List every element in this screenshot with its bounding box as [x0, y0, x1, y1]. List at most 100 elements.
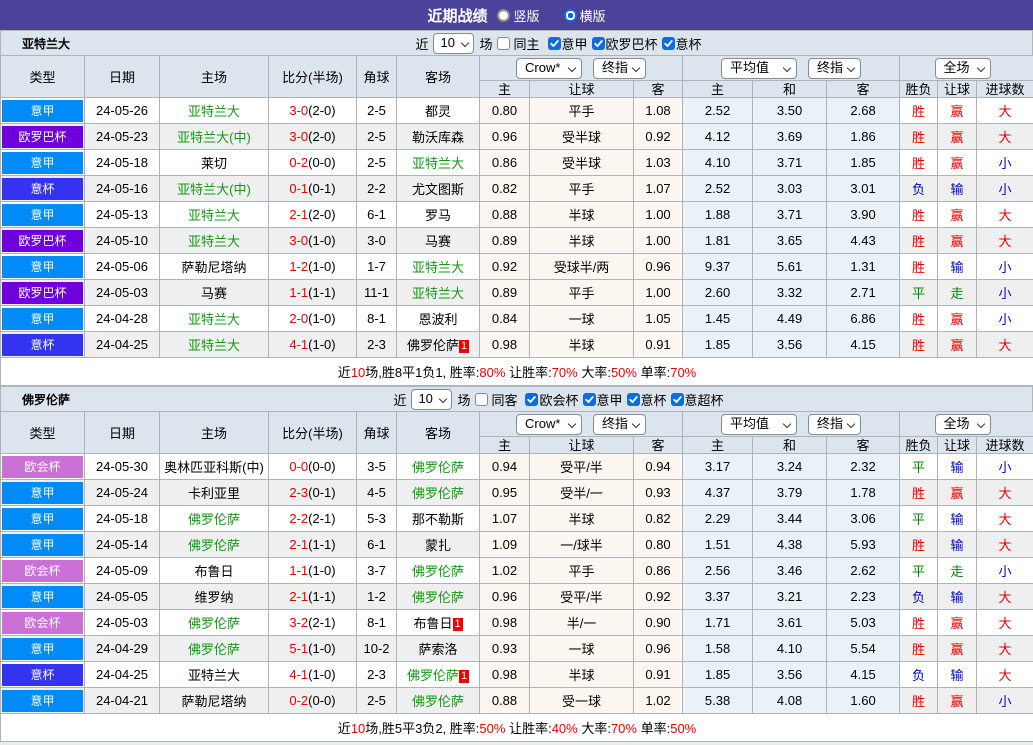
avg-draw-odds-cell: 3.24: [752, 453, 828, 480]
result-goals: 小: [998, 260, 1012, 275]
halftime-score: (0-0): [308, 155, 336, 170]
team1-odds-time-select[interactable]: 终指: [593, 57, 647, 79]
team1-match-count-select[interactable]: 10: [433, 32, 475, 54]
league-filter-item: 意杯: [661, 34, 702, 53]
result-outcome-cell: 胜: [899, 609, 939, 636]
avg-draw-odds-cell: 3.44: [752, 505, 828, 532]
result-outcome: 胜: [912, 104, 926, 119]
handicap-home-odds-cell: 0.89: [479, 279, 530, 306]
fulltime-score: 1-1: [289, 285, 309, 300]
team1-result-scope-select[interactable]: 全场: [934, 57, 991, 79]
result-handicap-cell: 输: [937, 583, 978, 610]
avg-home-odds-cell: 2.52: [682, 175, 754, 202]
result-handicap: 输: [950, 590, 964, 605]
same-venue-checkbox[interactable]: [497, 36, 511, 50]
team2-avg-kind-select[interactable]: 平均值: [721, 413, 798, 435]
league-checkbox-label: 意杯: [675, 36, 702, 52]
team2-avg-time-select[interactable]: 终指: [808, 413, 862, 435]
table-row: 意杯 24-05-16 亚特兰大(中) 0-1(0-1) 2-2 尤文图斯 0.…: [0, 175, 1033, 202]
league-checkbox[interactable]: [661, 36, 675, 50]
result-handicap: 输: [950, 512, 964, 527]
horizontal-layout-radio[interactable]: [563, 8, 577, 22]
bookmaker-select-wrap: Crow*: [516, 57, 583, 79]
home-team-cell: 亚特兰大(中): [159, 123, 269, 150]
col-header-away: 客场: [396, 411, 480, 454]
match-count-select-wrap: 10: [433, 32, 475, 54]
team1-avg-time-select[interactable]: 终指: [808, 57, 862, 79]
league-type-cell: 意甲: [0, 635, 85, 662]
league-filter-item: 意甲: [582, 390, 623, 409]
table-row: 意杯 24-04-25 亚特兰大 4-1(1-0) 2-3 佛罗伦萨 1 0.98…: [0, 661, 1033, 688]
avg-kind-select-wrap: 平均值: [721, 57, 798, 79]
table-row: 意甲 24-04-28 亚特兰大 2-0(1-0) 8-1 恩波利 0.84 一…: [0, 305, 1033, 332]
corner-cell: 2-5: [356, 149, 397, 176]
league-checkbox[interactable]: [525, 392, 539, 406]
date-cell: 24-04-29: [84, 635, 160, 662]
avg-draw-odds-cell: 3.71: [752, 201, 828, 228]
team2-odds-time-select[interactable]: 终指: [593, 413, 647, 435]
handicap-line-cell: 半球: [529, 227, 634, 254]
same-venue-checkbox[interactable]: [475, 392, 489, 406]
corner-cell: 1-2: [356, 583, 397, 610]
result-goals-cell: 大: [976, 583, 1033, 610]
near-label: 近: [415, 36, 429, 52]
league-checkbox[interactable]: [626, 392, 640, 406]
table-row: 意杯 24-04-25 亚特兰大 4-1(1-0) 2-3 佛罗伦萨 1 0.98…: [0, 331, 1033, 358]
team1-bookmaker-select[interactable]: Crow*: [516, 57, 583, 79]
away-team-cell: 布鲁日 1: [396, 609, 480, 636]
halftime-score: (1-1): [308, 589, 336, 604]
layout-radio-horizontal-group: 横版: [563, 6, 606, 25]
team1-avg-kind-select[interactable]: 平均值: [721, 57, 798, 79]
avg-draw-odds-cell: 3.32: [752, 279, 828, 306]
result-outcome-cell: 胜: [899, 531, 939, 558]
halftime-score: (2-0): [308, 103, 336, 118]
away-team-name: 恩波利: [418, 312, 458, 327]
result-handicap-cell: 输: [937, 253, 978, 280]
result-handicap: 赢: [950, 312, 964, 327]
team2-result-scope-select[interactable]: 全场: [934, 413, 991, 435]
halftime-score: (1-0): [308, 311, 336, 326]
subcol-avg-draw: 和: [752, 80, 828, 98]
avg-draw-odds-cell: 3.65: [752, 227, 828, 254]
result-outcome: 胜: [912, 156, 926, 171]
subcol-result-handicap: 让球: [937, 436, 978, 454]
team2-match-count-select[interactable]: 10: [411, 388, 453, 410]
handicap-away-odds-cell: 0.80: [632, 531, 684, 558]
league-checkbox[interactable]: [591, 36, 605, 50]
home-team-name: 维罗纳: [194, 590, 234, 605]
league-checkbox[interactable]: [670, 392, 684, 406]
check-icon: [663, 39, 673, 47]
team2-league-filters: 欧会杯 意甲 意杯 意超杯: [521, 390, 724, 409]
league-checkbox[interactable]: [547, 36, 561, 50]
result-handicap: 走: [950, 286, 964, 301]
team1-filter: 近 10 场 同主 意甲 欧罗巴杯 意杯: [85, 31, 1032, 55]
vertical-layout-radio[interactable]: [497, 8, 511, 22]
halftime-score: (0-1): [308, 181, 336, 196]
league-checkbox[interactable]: [582, 392, 596, 406]
result-handicap-cell: 走: [937, 279, 978, 306]
league-type-cell: 欧罗巴杯: [0, 123, 85, 150]
table-row: 欧会杯 24-05-30 奥林匹亚科斯(中) 0-0(0-0) 3-5 佛罗伦萨…: [0, 453, 1033, 480]
away-team-cell: 萨索洛: [396, 635, 480, 662]
subcol-avg-home: 主: [682, 436, 754, 454]
home-team-cell: 卡利亚里: [159, 479, 269, 506]
result-handicap: 赢: [950, 616, 964, 631]
handicap-away-odds-cell: 1.00: [632, 279, 684, 306]
result-goals: 小: [998, 694, 1012, 709]
result-goals-cell: 小: [976, 253, 1033, 280]
result-goals-cell: 小: [976, 279, 1033, 306]
handicap-line-cell: 平手: [529, 557, 634, 584]
result-goals: 大: [998, 642, 1012, 657]
league-type-badge: 欧会杯: [2, 559, 83, 582]
home-team-cell: 亚特兰大(中): [159, 175, 269, 202]
handicap-line-cell: 半球: [529, 505, 634, 532]
score-cell: 5-1(1-0): [268, 635, 357, 662]
result-outcome-cell: 胜: [899, 97, 939, 124]
handicap-home-odds-cell: 1.07: [479, 505, 530, 532]
date-cell: 24-05-05: [84, 583, 160, 610]
home-team-name: 佛罗伦萨: [187, 642, 240, 657]
team2-bookmaker-select[interactable]: Crow*: [516, 413, 583, 435]
away-team-name: 佛罗伦萨: [411, 590, 464, 605]
col-header-date: 日期: [84, 411, 160, 454]
team1-league-filters: 意甲 欧罗巴杯 意杯: [544, 34, 702, 53]
